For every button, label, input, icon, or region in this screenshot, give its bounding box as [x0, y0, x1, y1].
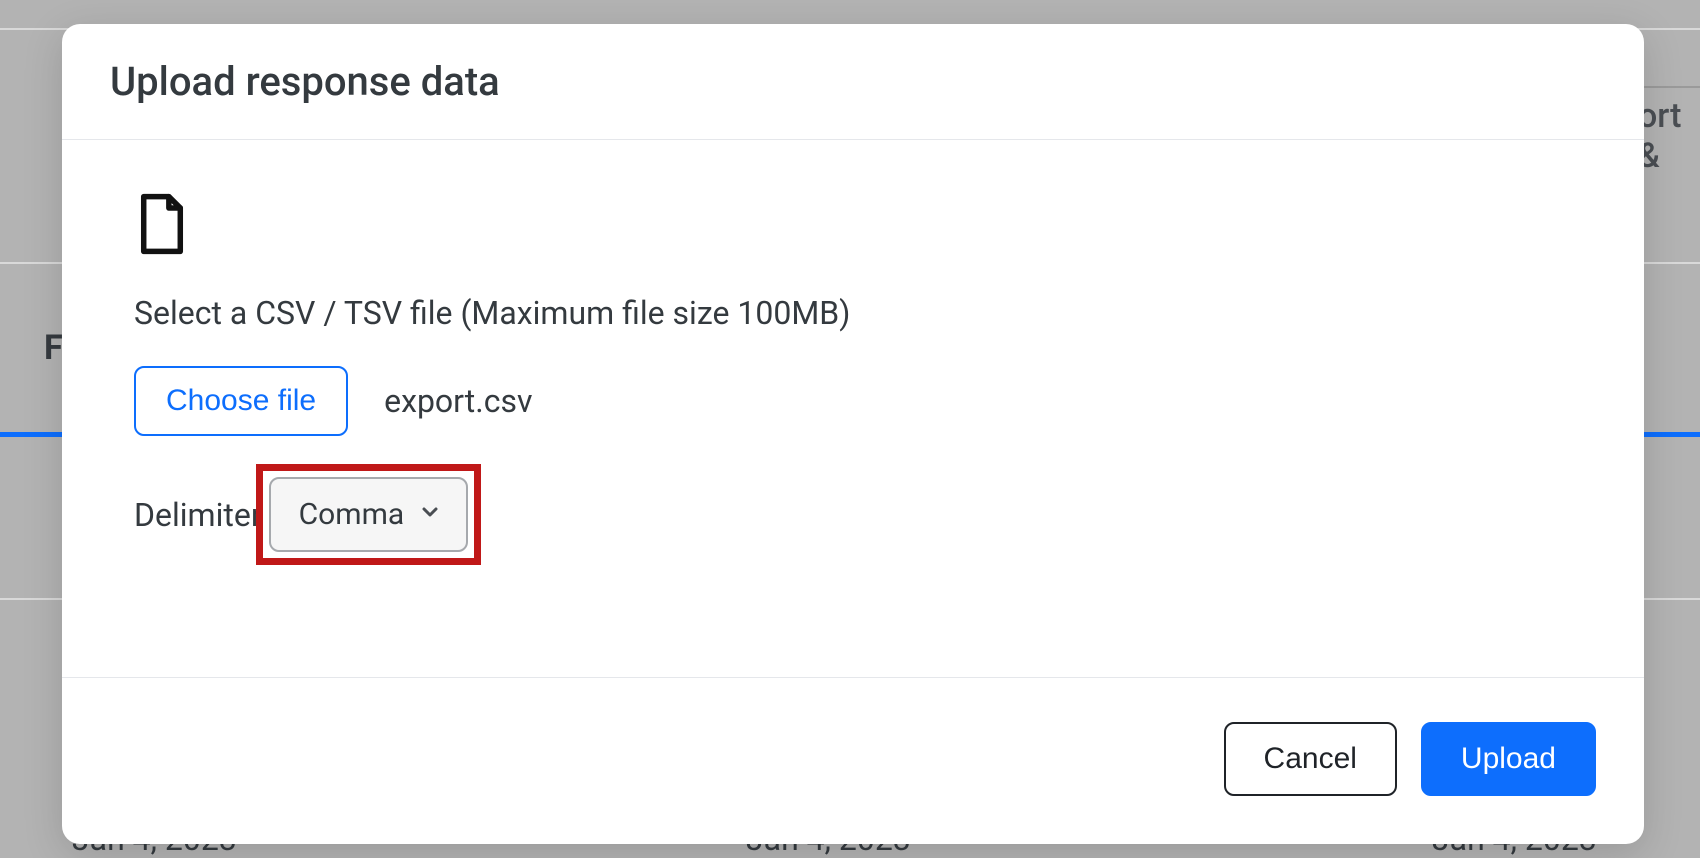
cancel-button[interactable]: Cancel	[1224, 722, 1397, 796]
chevron-down-icon	[418, 497, 442, 532]
selected-filename: export.csv	[384, 382, 532, 420]
delimiter-select[interactable]: Comma	[269, 477, 469, 552]
modal-body: Select a CSV / TSV file (Maximum file si…	[62, 140, 1644, 677]
upload-modal: Upload response data Select a CSV / TSV …	[62, 24, 1644, 844]
modal-title: Upload response data	[110, 58, 1596, 105]
delimiter-highlight: Comma	[256, 464, 482, 565]
modal-footer: Cancel Upload	[62, 677, 1644, 844]
file-icon	[134, 192, 1572, 260]
modal-header: Upload response data	[62, 24, 1644, 140]
background-text-left: F	[44, 328, 63, 368]
delimiter-row: Delimiter Comma	[134, 464, 1572, 565]
file-row: Choose file export.csv	[134, 366, 1572, 436]
choose-file-button[interactable]: Choose file	[134, 366, 348, 436]
file-instruction-text: Select a CSV / TSV file (Maximum file si…	[134, 294, 1572, 332]
delimiter-select-value: Comma	[299, 497, 405, 532]
upload-button[interactable]: Upload	[1421, 722, 1596, 796]
delimiter-label: Delimiter	[134, 496, 262, 534]
